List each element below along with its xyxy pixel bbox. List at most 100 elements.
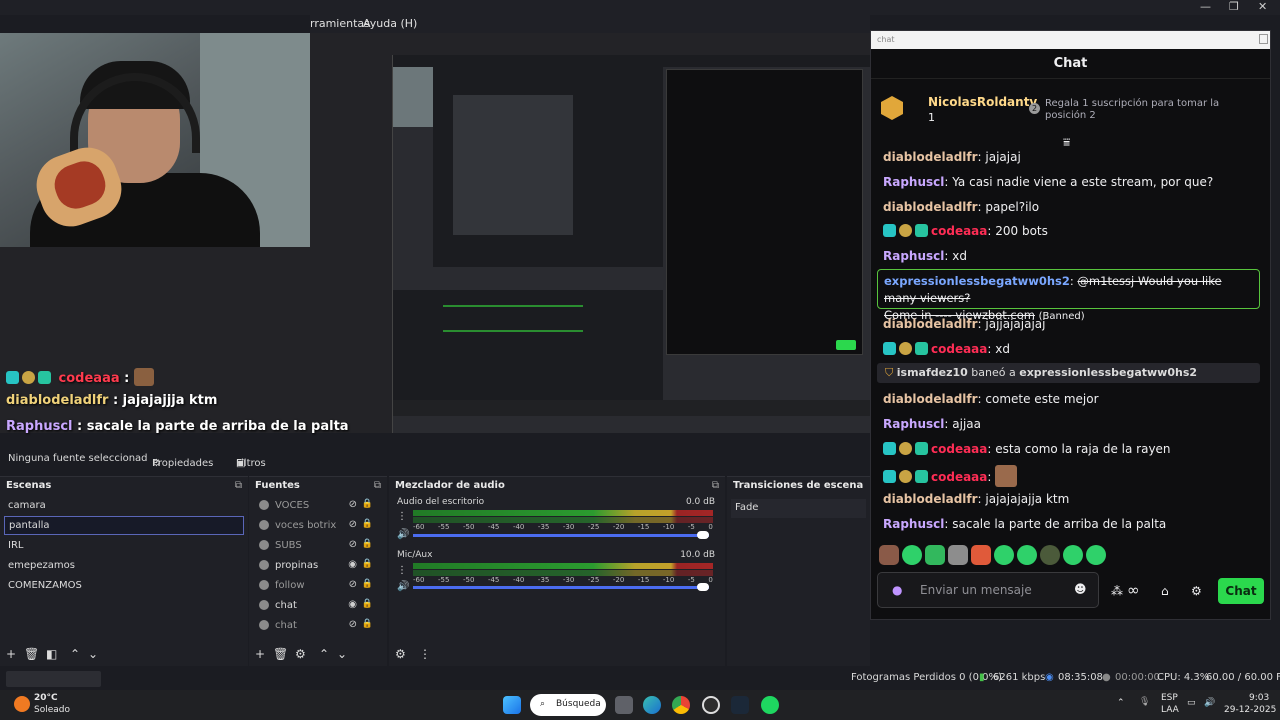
lock-icon[interactable]: 🔒 — [362, 599, 373, 609]
add-icon[interactable]: + — [6, 647, 16, 661]
speaker-icon[interactable]: 🔊 — [397, 529, 409, 540]
network-icon[interactable]: ▭ — [1187, 698, 1196, 708]
gear-icon[interactable]: ⚙ — [295, 647, 306, 661]
weather-text[interactable]: Soleado — [34, 705, 70, 715]
source-item[interactable]: SUBS ⊘ 🔒 — [253, 537, 383, 556]
eye-icon[interactable]: ◉ — [348, 559, 357, 570]
chat-username[interactable]: codeaaa — [931, 442, 987, 456]
eye-icon[interactable]: ◉ — [348, 599, 357, 610]
clock-date[interactable]: 29-12-2025 — [1224, 705, 1276, 715]
transition-select[interactable]: Fade — [731, 499, 866, 518]
volume-knob[interactable] — [697, 583, 709, 591]
menu-dots-icon[interactable]: ⋮ — [397, 511, 407, 522]
steam-icon[interactable] — [731, 696, 749, 714]
eye-hidden-icon[interactable]: ⊘ — [349, 619, 357, 630]
emote-icon[interactable] — [879, 545, 899, 565]
menu-help[interactable]: Ayuda (H) — [363, 17, 417, 30]
emote-icon[interactable] — [1017, 545, 1037, 565]
maximize-button[interactable]: ❐ — [1229, 0, 1239, 13]
spotify-icon[interactable] — [761, 696, 779, 714]
tray-chevron-icon[interactable]: ⌃ — [1117, 698, 1125, 708]
obs-preview[interactable]: codeaaa : diablodeladlfr : jajajajjja kt… — [0, 33, 870, 434]
chat-username[interactable]: diablodeladlfr — [883, 150, 978, 164]
emote-icon[interactable] — [925, 545, 945, 565]
language-layout[interactable]: LAA — [1161, 705, 1179, 715]
infinity-icon[interactable]: ∞ — [1127, 581, 1140, 599]
source-item[interactable]: chat ⊘ 🔒 — [253, 617, 383, 636]
top-gifter-name[interactable]: NicolasRoldantv — [928, 95, 1037, 109]
mini-window[interactable] — [6, 671, 101, 687]
lock-icon[interactable]: 🔒 — [362, 499, 373, 509]
restore-icon[interactable] — [1259, 34, 1268, 44]
chat-username[interactable]: diablodeladlfr — [883, 317, 978, 331]
chat-username[interactable]: diablodeladlfr — [883, 492, 978, 506]
volume-slider[interactable] — [413, 583, 709, 591]
trash-icon[interactable]: 🗑 — [24, 647, 39, 661]
move-up-icon[interactable]: ⌃ — [70, 647, 80, 661]
popout-icon[interactable]: ⧉ — [235, 480, 242, 491]
eye-hidden-icon[interactable]: ⊘ — [349, 579, 357, 590]
volume-knob[interactable] — [697, 531, 709, 539]
emote-icon[interactable] — [994, 545, 1014, 565]
eye-hidden-icon[interactable]: ⊘ — [349, 519, 357, 530]
lock-icon[interactable]: 🔒 — [362, 579, 373, 589]
filter-icon[interactable]: ◧ — [46, 647, 57, 661]
source-item[interactable]: VOCES ⊘ 🔒 — [253, 497, 383, 516]
chrome-icon[interactable] — [672, 696, 690, 714]
sun-icon[interactable] — [14, 696, 30, 712]
gear-icon[interactable]: ⚙ — [1191, 584, 1202, 598]
emote-icon[interactable] — [1086, 545, 1106, 565]
lock-icon[interactable]: 🔒 — [362, 559, 373, 569]
chat-username[interactable]: diablodeladlfr — [883, 200, 978, 214]
source-item[interactable]: voces botrix ⊘ 🔒 — [253, 517, 383, 536]
eye-hidden-icon[interactable]: ⊘ — [349, 539, 357, 550]
emote-icon[interactable] — [1040, 545, 1060, 565]
scene-item[interactable]: camara — [4, 497, 244, 516]
chat-username[interactable]: Raphuscl — [883, 175, 944, 189]
source-item[interactable]: follow ⊘ 🔒 — [253, 577, 383, 596]
emote-icon[interactable] — [1063, 545, 1083, 565]
windows-start-icon[interactable] — [503, 696, 521, 714]
chat-username[interactable]: Raphuscl — [883, 417, 944, 431]
volume-slider[interactable] — [413, 531, 709, 539]
collapse-icon[interactable]: ⩸ — [1063, 135, 1070, 150]
trash-icon[interactable]: 🗑 — [273, 647, 288, 661]
source-item[interactable]: chat ◉ 🔒 — [253, 597, 383, 616]
lock-icon[interactable]: 🔒 — [362, 539, 373, 549]
chat-input[interactable]: ● Enviar un mensaje ☻ — [877, 572, 1099, 608]
add-icon[interactable]: + — [255, 647, 265, 661]
taskbar-search[interactable]: ⌕ Búsqueda — [530, 694, 606, 716]
emote-icon[interactable] — [971, 545, 991, 565]
chat-username[interactable]: Raphuscl — [883, 517, 944, 531]
move-down-icon[interactable]: ⌄ — [337, 647, 347, 661]
chat-username[interactable]: codeaaa — [931, 342, 987, 356]
scene-item[interactable]: emepezamos — [4, 557, 244, 576]
ban-target[interactable]: expressionlessbegatww0hs2 — [1019, 366, 1197, 379]
clock-time[interactable]: 9:03 — [1249, 693, 1269, 703]
move-up-icon[interactable]: ⌃ — [319, 647, 329, 661]
chat-username[interactable]: expressionlessbegatww0hs2 — [884, 274, 1070, 288]
mic-icon[interactable]: 🎙 — [1139, 697, 1150, 707]
lock-icon[interactable]: 🔒 — [362, 619, 373, 629]
emoji-icon[interactable]: ☻ — [1074, 582, 1087, 596]
emote-icon[interactable] — [948, 545, 968, 565]
weather-temp[interactable]: 20°C — [34, 693, 58, 703]
chat-address-bar[interactable]: chat — [871, 31, 1270, 49]
chat-username[interactable]: codeaaa — [931, 470, 987, 484]
chat-username[interactable]: codeaaa — [931, 224, 987, 238]
menu-dots-icon[interactable]: ⋮ — [419, 647, 431, 661]
close-button[interactable]: ✕ — [1258, 0, 1267, 13]
volume-icon[interactable]: 🔊 — [1204, 698, 1215, 708]
store-icon[interactable]: ⌂ — [1161, 584, 1169, 598]
ban-actor[interactable]: ismafdez10 — [897, 366, 968, 379]
move-down-icon[interactable]: ⌄ — [88, 647, 98, 661]
menu-tools[interactable]: rramientas — [310, 17, 370, 30]
scene-item[interactable]: IRL — [4, 537, 244, 556]
mic-icon[interactable]: ● — [892, 583, 902, 597]
emote-icon[interactable] — [902, 545, 922, 565]
popout-icon[interactable]: ⧉ — [374, 480, 381, 491]
scene-item[interactable]: COMENZAMOS — [4, 577, 244, 596]
obs-icon[interactable] — [702, 696, 720, 714]
chat-send-button[interactable]: Chat — [1218, 578, 1264, 604]
scene-item[interactable]: pantalla — [4, 516, 244, 535]
